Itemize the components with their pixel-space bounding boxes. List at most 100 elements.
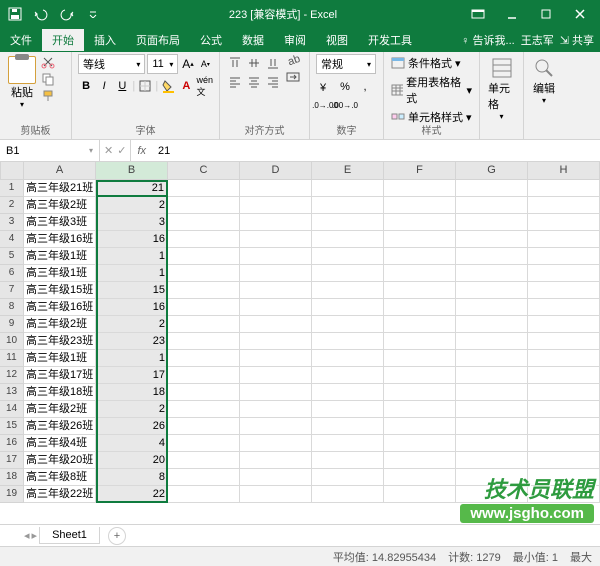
cell[interactable] [312, 486, 384, 503]
cell[interactable] [456, 197, 528, 214]
col-header-H[interactable]: H [528, 162, 600, 180]
cell[interactable] [384, 197, 456, 214]
percent-button[interactable]: % [336, 78, 354, 96]
row-header[interactable]: 11 [0, 350, 24, 367]
row-header[interactable]: 2 [0, 197, 24, 214]
cell[interactable]: 2 [96, 197, 168, 214]
cell[interactable]: 高三年级2班 [24, 316, 96, 333]
cell[interactable] [240, 469, 312, 486]
conditional-format-button[interactable]: 条件格式 ▾ [390, 54, 473, 72]
cell[interactable] [456, 180, 528, 197]
cell[interactable] [168, 469, 240, 486]
cell[interactable]: 高三年级21班 [24, 180, 96, 197]
cell[interactable] [528, 299, 600, 316]
cell[interactable]: 4 [96, 435, 168, 452]
cell[interactable] [168, 401, 240, 418]
cell[interactable] [528, 469, 600, 486]
cell[interactable] [528, 350, 600, 367]
cell[interactable]: 8 [96, 469, 168, 486]
cell[interactable]: 高三年级26班 [24, 418, 96, 435]
orientation-button[interactable]: ab [286, 54, 300, 68]
col-header-C[interactable]: C [168, 162, 240, 180]
cell[interactable] [168, 486, 240, 503]
cell[interactable]: 高三年级1班 [24, 265, 96, 282]
cell[interactable]: 17 [96, 367, 168, 384]
align-top-button[interactable] [226, 54, 244, 72]
cell[interactable] [312, 180, 384, 197]
decrease-font-button[interactable]: A▾ [198, 55, 213, 73]
cell[interactable] [240, 197, 312, 214]
cell[interactable] [312, 401, 384, 418]
fx-icon[interactable]: fx [131, 145, 152, 157]
cut-button[interactable] [40, 54, 56, 70]
cell[interactable] [456, 384, 528, 401]
cell[interactable] [168, 282, 240, 299]
cell[interactable] [168, 214, 240, 231]
currency-button[interactable]: ¥ [316, 78, 334, 96]
cell[interactable] [384, 435, 456, 452]
cell[interactable]: 高三年级2班 [24, 197, 96, 214]
cell[interactable] [168, 435, 240, 452]
underline-button[interactable]: U [114, 77, 130, 95]
cell[interactable]: 高三年级16班 [24, 231, 96, 248]
cell[interactable]: 22 [96, 486, 168, 503]
cell[interactable] [240, 418, 312, 435]
cell[interactable] [456, 435, 528, 452]
cell[interactable]: 18 [96, 384, 168, 401]
cell[interactable] [384, 299, 456, 316]
cell[interactable] [384, 401, 456, 418]
cell[interactable] [312, 282, 384, 299]
format-as-table-button[interactable]: 套用表格格式 ▾ [390, 73, 473, 107]
wrap-merge-button[interactable] [286, 70, 300, 84]
row-header[interactable]: 3 [0, 214, 24, 231]
cell[interactable] [240, 231, 312, 248]
editing-button[interactable]: 编辑▾ [530, 54, 558, 107]
cell[interactable] [456, 418, 528, 435]
cell[interactable] [528, 282, 600, 299]
undo-button[interactable] [30, 3, 52, 25]
font-name-combo[interactable]: 等线▾ [78, 54, 145, 74]
cell[interactable] [528, 214, 600, 231]
minimize-button[interactable] [496, 3, 528, 25]
row-header[interactable]: 7 [0, 282, 24, 299]
sheet-nav-next[interactable]: ▸ [32, 529, 38, 542]
cell[interactable] [456, 265, 528, 282]
cell[interactable] [456, 299, 528, 316]
align-middle-button[interactable] [245, 54, 263, 72]
cell[interactable]: 高三年级15班 [24, 282, 96, 299]
cell[interactable] [312, 248, 384, 265]
col-header-A[interactable]: A [24, 162, 96, 180]
cancel-formula-button[interactable]: ✕ [104, 144, 113, 157]
cell[interactable] [168, 333, 240, 350]
tab-数据[interactable]: 数据 [232, 29, 274, 51]
cell[interactable]: 高三年级22班 [24, 486, 96, 503]
cell[interactable] [168, 197, 240, 214]
cells-area[interactable]: 高三年级21班21高三年级2班2高三年级3班3高三年级16班16高三年级1班1高… [24, 180, 600, 524]
save-button[interactable] [4, 3, 26, 25]
enter-formula-button[interactable]: ✓ [117, 144, 126, 157]
phonetic-button[interactable]: wén文 [196, 77, 213, 95]
row-header[interactable]: 18 [0, 469, 24, 486]
cells-button[interactable]: 单元格▾ [486, 54, 517, 123]
cell[interactable] [528, 418, 600, 435]
cell[interactable] [456, 333, 528, 350]
cell[interactable] [168, 350, 240, 367]
row-header[interactable]: 17 [0, 452, 24, 469]
cell[interactable] [312, 418, 384, 435]
row-header[interactable]: 19 [0, 486, 24, 503]
cell[interactable] [528, 367, 600, 384]
align-right-button[interactable] [264, 73, 282, 91]
cell[interactable] [456, 367, 528, 384]
maximize-button[interactable] [530, 3, 562, 25]
name-box[interactable]: B1▾ [0, 140, 100, 161]
cell[interactable] [384, 180, 456, 197]
cell[interactable] [528, 197, 600, 214]
border-button[interactable] [137, 77, 153, 95]
cell[interactable] [240, 248, 312, 265]
col-header-F[interactable]: F [384, 162, 456, 180]
cell[interactable] [456, 231, 528, 248]
align-center-button[interactable] [245, 73, 263, 91]
font-size-combo[interactable]: 11▾ [147, 54, 178, 74]
cell[interactable]: 20 [96, 452, 168, 469]
formula-input[interactable] [152, 140, 600, 161]
